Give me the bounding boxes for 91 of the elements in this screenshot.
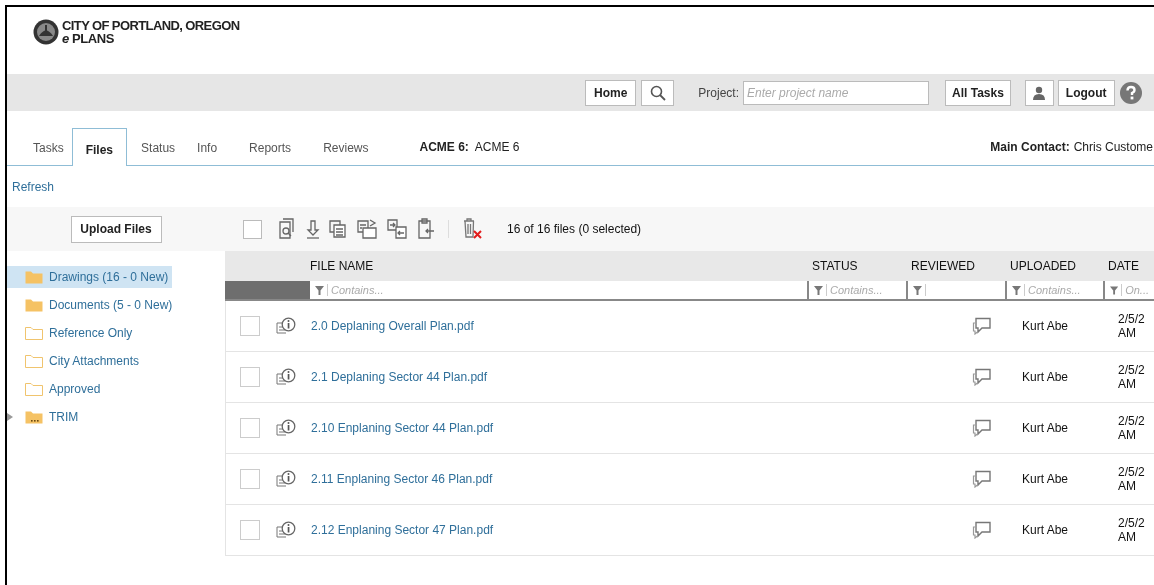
swap-icon[interactable]	[386, 218, 408, 240]
upload-files-button[interactable]: Upload Files	[70, 215, 162, 243]
profile-button[interactable]	[1024, 79, 1054, 106]
folder-item[interactable]: Drawings (16 - 0 New)	[7, 266, 173, 288]
project-name: ACME 6	[474, 139, 520, 156]
home-button[interactable]: Home	[585, 79, 637, 106]
row-checkbox[interactable]	[240, 418, 260, 438]
folder-item[interactable]: Documents (5 - 0 New)	[7, 294, 177, 316]
main-contact-label: Main Contact:	[990, 139, 1070, 156]
logout-button[interactable]: Logout	[1057, 79, 1115, 106]
time-text: AM	[1118, 326, 1137, 340]
delete-icon[interactable]	[461, 217, 483, 241]
filter-icon	[315, 285, 324, 295]
column-header[interactable]: FILE NAME	[310, 257, 807, 275]
column-header[interactable]: UPLOADED	[1005, 257, 1103, 275]
city-seal-icon	[33, 19, 59, 45]
date-text: 2/5/2	[1118, 414, 1146, 428]
filter-icon	[1110, 285, 1119, 295]
search-icon	[649, 84, 666, 101]
documents-move-icon[interactable]	[356, 218, 378, 240]
file-info-icon[interactable]	[276, 419, 296, 437]
folder-item[interactable]: Approved	[7, 378, 105, 400]
row-checkbox[interactable]	[240, 367, 260, 387]
user-icon	[1032, 85, 1047, 100]
time-text: AM	[1118, 530, 1137, 544]
all-tasks-button[interactable]: All Tasks	[945, 79, 1011, 106]
filter-icon	[1012, 285, 1021, 295]
filter-icon	[913, 285, 922, 295]
help-icon[interactable]	[1119, 81, 1142, 104]
file-info-icon[interactable]	[276, 317, 296, 335]
comments-icon[interactable]	[972, 419, 992, 437]
date-text: 2/5/2	[1118, 312, 1146, 326]
column-header[interactable]: STATUS	[807, 257, 906, 275]
filter-icon	[814, 285, 823, 295]
folder-icon	[25, 270, 43, 284]
file-link[interactable]: 2.10 Enplaning Sector 44 Plan.pdf	[311, 421, 494, 435]
folder-icon	[25, 298, 43, 312]
folder-outline-icon	[25, 382, 43, 396]
comments-icon[interactable]	[972, 521, 992, 539]
project-label: ACME 6:	[419, 139, 469, 156]
folder-item[interactable]: TRIM	[7, 406, 83, 428]
row-checkbox[interactable]	[240, 316, 260, 336]
date-text: 2/5/2	[1118, 363, 1146, 377]
uploaded-by: Kurt Abe	[1022, 472, 1069, 486]
logo-title: CITY OF PORTLAND, OREGON	[62, 19, 240, 32]
comments-icon[interactable]	[972, 368, 992, 386]
refresh-link[interactable]: Refresh	[12, 177, 55, 196]
file-info-icon[interactable]	[276, 521, 296, 539]
tab[interactable]: Reviews	[315, 127, 377, 165]
file-count: 16 of 16 files (0 selected)	[507, 221, 642, 238]
select-all-checkbox[interactable]	[243, 219, 262, 239]
row-checkbox[interactable]	[240, 469, 260, 489]
main-contact-name: Chris Custome	[1073, 139, 1153, 156]
file-link[interactable]: 2.12 Enplaning Sector 47 Plan.pdf	[311, 523, 494, 537]
time-text: AM	[1118, 479, 1137, 493]
folder-outline-icon	[25, 354, 43, 368]
tab[interactable]: Info	[189, 127, 226, 165]
folder-outline-icon	[25, 326, 43, 340]
project-label: Project:	[698, 84, 740, 102]
folder-item[interactable]: City Attachments	[7, 350, 144, 372]
comments-icon[interactable]	[972, 470, 992, 488]
time-text: AM	[1118, 428, 1137, 442]
file-info-icon[interactable]	[276, 470, 296, 488]
folder-item[interactable]: Reference Only	[7, 322, 137, 344]
file-link[interactable]: 2.11 Enplaning Sector 46 Plan.pdf	[311, 472, 493, 486]
uploaded-by: Kurt Abe	[1022, 421, 1069, 435]
file-info-icon[interactable]	[276, 368, 296, 386]
row-checkbox[interactable]	[240, 520, 260, 540]
expand-arrow-icon[interactable]	[7, 413, 13, 421]
uploaded-by: Kurt Abe	[1022, 319, 1069, 333]
date-text: 2/5/2	[1118, 465, 1146, 479]
file-link[interactable]: 2.1 Deplaning Sector 44 Plan.pdf	[311, 370, 488, 384]
tab[interactable]: Files	[71, 128, 128, 166]
tab[interactable]: Tasks	[25, 127, 72, 165]
clipboard-icon[interactable]	[416, 218, 436, 240]
uploaded-by: Kurt Abe	[1022, 370, 1069, 384]
column-header[interactable]: DATE	[1103, 257, 1154, 275]
uploaded-by: Kurt Abe	[1022, 523, 1069, 537]
time-text: AM	[1118, 377, 1137, 391]
project-field[interactable]: Enter project name	[743, 80, 930, 105]
search-button[interactable]	[641, 79, 675, 106]
file-link[interactable]: 2.0 Deplaning Overall Plan.pdf	[311, 319, 474, 333]
date-text: 2/5/2	[1118, 516, 1146, 530]
tab[interactable]: Reports	[241, 127, 300, 165]
download-icon[interactable]	[306, 218, 320, 240]
documents-icon[interactable]	[328, 218, 348, 240]
comments-icon[interactable]	[972, 317, 992, 335]
folder-icon	[25, 410, 43, 424]
column-header[interactable]: REVIEWED	[906, 257, 1005, 275]
tab[interactable]: Status	[133, 127, 184, 165]
logo-subtitle: e PLANS	[62, 32, 115, 45]
